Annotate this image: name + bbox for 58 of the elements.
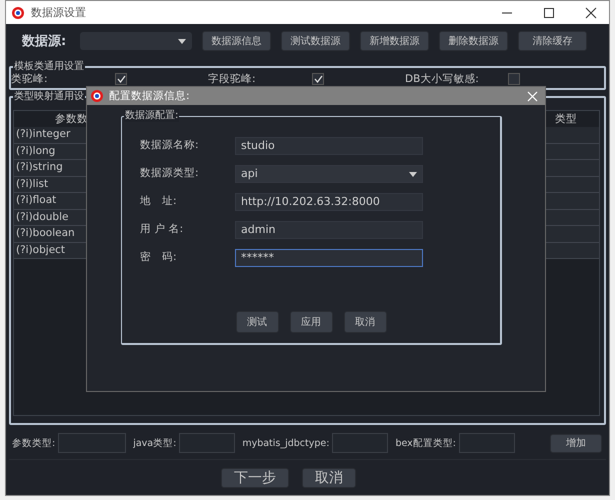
dialog-title: 配置数据源信息:	[109, 89, 190, 103]
toolbar-button[interactable]: 数据源信息	[202, 31, 272, 51]
field-label: 参数类型:	[12, 436, 56, 450]
type-select[interactable]: api	[235, 165, 423, 183]
toolbar-button[interactable]: 清除缓存	[518, 31, 588, 51]
table-cell-text: (?i)string	[15, 160, 64, 175]
table-cell-text: (?i)integer	[15, 127, 72, 142]
maximize-icon[interactable]	[543, 6, 555, 18]
field-label: java类型:	[133, 436, 176, 450]
close-icon[interactable]	[585, 6, 597, 18]
group-title: 模板类通用设置	[13, 60, 85, 73]
input-field[interactable]: admin	[235, 221, 423, 239]
column-header: 参数数	[54, 112, 89, 126]
dialog-button[interactable]: 应用	[290, 311, 332, 333]
option-label: 类驼峰:	[11, 72, 49, 86]
checkmark-icon	[314, 75, 322, 83]
checkbox[interactable]	[508, 73, 520, 85]
table-cell-text: (?i)list	[15, 176, 50, 192]
footer-button[interactable]: 下一步	[221, 468, 289, 488]
logo-icon	[90, 89, 104, 103]
column-header: 类型	[555, 112, 578, 126]
field-label: bex配置类型:	[395, 436, 456, 450]
checkbox[interactable]	[312, 73, 324, 85]
footer-button[interactable]: 取消	[302, 468, 356, 488]
input-field[interactable]	[58, 433, 126, 453]
table-cell-text: (?i)boolean	[15, 226, 76, 241]
field-label: mybatis_jdbctype:	[242, 438, 330, 448]
window-title: 数据源设置	[31, 5, 86, 20]
table-cell-text: (?i)float	[15, 193, 58, 208]
logo-icon	[11, 6, 25, 20]
group-title: 数据源配置:	[124, 109, 180, 122]
input-field[interactable]: ******	[235, 249, 423, 267]
checkbox[interactable]	[115, 73, 127, 85]
input-field[interactable]	[458, 433, 515, 453]
field-label: 数据源类型:	[140, 166, 200, 180]
toolbar-button[interactable]: 测试数据源	[281, 31, 350, 51]
input-field[interactable]: studio	[235, 137, 423, 155]
add-button[interactable]: 增加	[550, 434, 602, 452]
field-label: 数据源名称:	[140, 138, 200, 152]
dialog-button[interactable]: 测试	[236, 311, 278, 333]
input-field[interactable]: http://10.202.63.32:8000	[235, 193, 423, 211]
toolbar-button[interactable]: 删除数据源	[439, 31, 508, 51]
input-field[interactable]	[332, 433, 388, 453]
toolbar-button[interactable]: 新增数据源	[360, 31, 430, 51]
field-label: 地 址:	[140, 194, 178, 208]
field-label: 用 户 名:	[140, 222, 184, 236]
option-label: 字段驼峰:	[208, 72, 257, 86]
table-cell-text: (?i)double	[15, 210, 70, 224]
table-cell-text: (?i)long	[15, 144, 56, 158]
group-title: 类型映射通用设	[13, 90, 85, 103]
datasource-label: 数据源:	[22, 33, 66, 50]
input-field[interactable]	[179, 433, 236, 453]
dropdown-caret-icon	[178, 38, 186, 44]
dialog-button[interactable]: 取消	[344, 311, 386, 333]
option-label: DB大小写敏感:	[405, 72, 480, 86]
checkmark-icon	[116, 75, 126, 83]
field-label: 密 码:	[140, 250, 178, 264]
table-cell-text: (?i)object	[15, 242, 66, 258]
